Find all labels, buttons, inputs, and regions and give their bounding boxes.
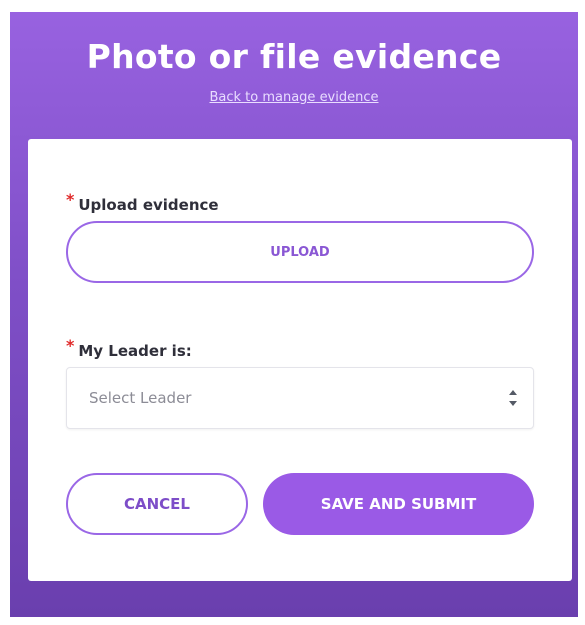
required-marker: *	[66, 336, 75, 355]
upload-evidence-label: * Upload evidence	[66, 190, 219, 214]
leader-select[interactable]: Select Leader	[66, 367, 534, 429]
evidence-form-card: * Upload evidence UPLOAD * My Leader is: S…	[28, 139, 572, 581]
back-link-container: Back to manage evidence	[10, 86, 578, 105]
leader-label: * My Leader is:	[66, 336, 192, 360]
required-marker: *	[66, 190, 75, 209]
save-and-submit-button[interactable]: SAVE AND SUBMIT	[263, 473, 534, 535]
leader-label-text: My Leader is:	[78, 342, 192, 360]
page-title: Photo or file evidence	[86, 37, 502, 76]
upload-evidence-label-text: Upload evidence	[78, 196, 219, 214]
back-to-manage-evidence-link[interactable]: Back to manage evidence	[209, 90, 378, 105]
select-arrows-icon	[509, 390, 517, 406]
upload-button[interactable]: UPLOAD	[66, 221, 534, 283]
cancel-button[interactable]: CANCEL	[66, 473, 248, 535]
leader-select-placeholder: Select Leader	[89, 389, 192, 407]
evidence-panel: Photo or file evidence Back to manage ev…	[10, 12, 578, 617]
